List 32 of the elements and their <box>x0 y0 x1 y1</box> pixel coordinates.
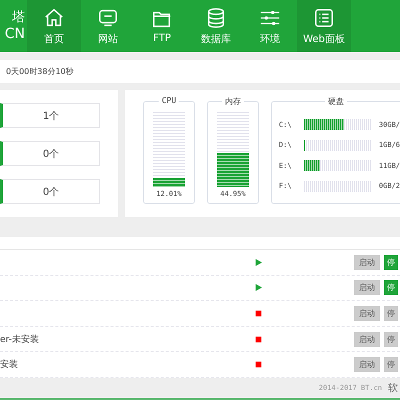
nav-tab[interactable]: 网站 <box>81 0 135 52</box>
gauge-title: CPU <box>158 96 180 105</box>
home-icon <box>43 6 65 28</box>
stop-button[interactable]: 停 <box>384 306 398 321</box>
stop-button[interactable]: 停 <box>384 357 398 372</box>
uptime-text: 0天00时38分10秒 <box>6 66 74 77</box>
count-text: 0个 <box>42 186 60 198</box>
database-icon <box>205 6 227 28</box>
disk-title: 硬盘 <box>324 96 347 107</box>
service-name: 安装 <box>0 360 18 370</box>
start-button[interactable]: 启动 <box>354 306 380 321</box>
nav-tab[interactable]: 首页 <box>27 0 81 52</box>
nav-tab[interactable]: FTP <box>135 0 189 52</box>
list-icon <box>313 6 335 28</box>
count-text: 1个 <box>42 110 60 122</box>
stop-button[interactable]: 停 <box>384 280 398 296</box>
logo-text: CN <box>4 26 25 42</box>
footer-link[interactable]: 软 <box>388 380 398 395</box>
logo-text: 塔 <box>12 10 25 26</box>
stop-button[interactable]: 停 <box>384 254 398 270</box>
start-button[interactable]: 启动 <box>354 332 380 347</box>
nav-tab[interactable]: 数据库 <box>189 0 243 52</box>
gauge-title: 内存 <box>222 96 244 107</box>
nav-tab[interactable]: Web面板 <box>297 0 351 52</box>
start-button[interactable]: 启动 <box>354 254 380 270</box>
service-name: er-未安装 <box>0 334 39 345</box>
count-text: 0个 <box>42 148 60 160</box>
nav-tab[interactable]: 环境 <box>243 0 297 52</box>
start-button[interactable]: 启动 <box>354 357 380 372</box>
disk-track <box>304 180 371 192</box>
start-button[interactable]: 启动 <box>354 280 380 296</box>
stop-button[interactable]: 停 <box>384 332 398 347</box>
